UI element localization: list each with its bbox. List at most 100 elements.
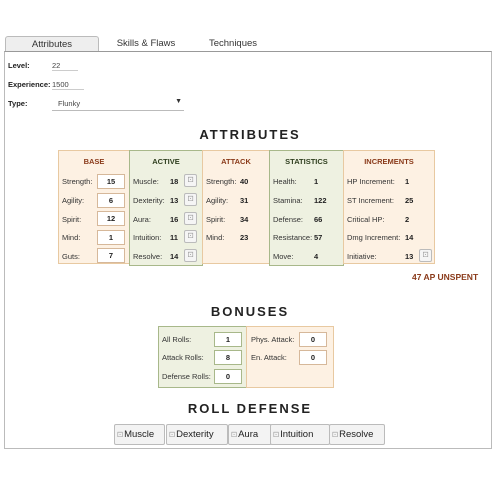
phys-attack-input[interactable]: 0 — [299, 332, 327, 347]
active-value: 14 — [170, 252, 179, 261]
base-label: Agility: — [62, 196, 85, 205]
active-title: ACTIVE — [152, 157, 180, 166]
increments-label: ST Increment: — [347, 196, 394, 205]
active-label: Muscle: — [133, 177, 159, 186]
roll-button-label: Intuition — [280, 429, 314, 440]
dice-icon: ⚀ — [231, 432, 238, 439]
base-box: BASE Strength: 15 Agility: 6 Spirit: 12 … — [58, 150, 130, 264]
base-agility-input[interactable]: 6 — [97, 193, 125, 208]
attack-title: ATTACK — [221, 157, 251, 166]
statistics-label: Defense: — [273, 215, 304, 224]
tab-attributes[interactable]: Attributes — [5, 36, 99, 52]
active-value: 18 — [170, 177, 179, 186]
all-rolls-input[interactable]: 1 — [214, 332, 242, 347]
increments-value: 14 — [405, 233, 414, 242]
increments-label: Initiative: — [347, 252, 377, 261]
dice-icon[interactable]: ⚀ — [184, 193, 197, 206]
type-select[interactable]: Flunky ▼ — [52, 97, 184, 111]
roll-resolve-button[interactable]: ⚀Resolve — [329, 424, 385, 445]
increments-value: 13 — [405, 252, 414, 261]
base-guts-input[interactable]: 7 — [97, 248, 125, 263]
bonus-label: En. Attack: — [251, 353, 287, 362]
dice-icon[interactable]: ⚀ — [184, 230, 197, 243]
tab-skills-flaws[interactable]: Skills & Flaws — [104, 36, 188, 51]
active-value: 16 — [170, 215, 179, 224]
increments-value: 25 — [405, 196, 414, 205]
increments-title: INCREMENTS — [364, 157, 414, 166]
base-label: Mind: — [62, 233, 81, 242]
bonuses-heading: BONUSES — [210, 304, 290, 319]
bonus-label: Attack Rolls: — [162, 353, 204, 362]
active-label: Intuition: — [133, 233, 162, 242]
experience-label: Experience: — [8, 80, 51, 89]
dice-icon: ⚀ — [117, 432, 124, 439]
increments-label: Dmg Increment: — [347, 233, 401, 242]
roll-intuition-button[interactable]: ⚀Intuition — [270, 424, 330, 445]
roll-button-label: Dexterity — [176, 429, 214, 440]
attack-box: ATTACK Strength: 40 Agility: 31 Spirit: … — [202, 150, 270, 264]
base-label: Spirit: — [62, 215, 82, 224]
increments-value: 2 — [405, 215, 410, 224]
dice-icon[interactable]: ⚀ — [419, 249, 432, 262]
statistics-value: 66 — [314, 215, 323, 224]
level-field[interactable]: 22 — [52, 61, 78, 71]
attack-rolls-input[interactable]: 8 — [214, 350, 242, 365]
active-label: Resolve: — [133, 252, 163, 261]
active-box: ACTIVE Muscle: 18 ⚀ Dexterity: 13 ⚀ Aura… — [129, 150, 203, 266]
bonus-label: All Rolls: — [162, 335, 192, 344]
roll-muscle-button[interactable]: ⚀Muscle — [114, 424, 165, 445]
attack-label: Spirit: — [206, 215, 226, 224]
base-strength-input[interactable]: 15 — [97, 174, 125, 189]
active-value: 13 — [170, 196, 179, 205]
dice-icon[interactable]: ⚀ — [184, 212, 197, 225]
active-label: Aura: — [133, 215, 151, 224]
base-spirit-input[interactable]: 12 — [97, 211, 125, 226]
statistics-label: Resistance: — [273, 233, 313, 242]
dice-icon: ⚀ — [273, 432, 280, 439]
attack-label: Agility: — [206, 196, 229, 205]
attributes-heading: ATTRIBUTES — [199, 127, 301, 142]
statistics-box: STATISTICS Health: 1 Stamina: 122 Defens… — [269, 150, 344, 266]
defense-rolls-input[interactable]: 0 — [214, 369, 242, 384]
attack-value: 31 — [240, 196, 249, 205]
attack-value: 23 — [240, 233, 249, 242]
statistics-title: STATISTICS — [285, 157, 328, 166]
chevron-down-icon: ▼ — [175, 98, 182, 105]
attack-label: Mind: — [206, 233, 225, 242]
increments-label: Critical HP: — [347, 215, 385, 224]
tab-techniques[interactable]: Techniques — [198, 36, 268, 51]
attack-value: 34 — [240, 215, 249, 224]
dice-icon: ⚀ — [169, 432, 176, 439]
statistics-value: 4 — [314, 252, 319, 261]
attack-label: Strength: — [206, 177, 237, 186]
roll-dexterity-button[interactable]: ⚀Dexterity — [166, 424, 228, 445]
experience-field[interactable]: 1500 — [52, 80, 84, 90]
base-title: BASE — [83, 157, 105, 166]
statistics-label: Stamina: — [273, 196, 303, 205]
dice-icon[interactable]: ⚀ — [184, 174, 197, 187]
roll-button-label: Muscle — [124, 429, 155, 440]
roll-aura-button[interactable]: ⚀Aura — [228, 424, 272, 445]
active-label: Dexterity: — [133, 196, 165, 205]
dice-icon: ⚀ — [332, 432, 339, 439]
increments-box: INCREMENTS HP Increment: 1 ST Increment:… — [343, 150, 435, 264]
bonuses-right-box: Phys. Attack: 0 En. Attack: 0 — [246, 326, 334, 388]
statistics-value: 57 — [314, 233, 323, 242]
active-value: 11 — [170, 233, 178, 242]
ap-unspent: 47 AP UNSPENT — [412, 272, 479, 282]
base-label: Strength: — [62, 177, 93, 186]
base-label: Guts: — [62, 252, 80, 261]
bonuses-left-box: All Rolls: 1 Attack Rolls: 8 Defense Rol… — [158, 326, 247, 388]
statistics-label: Health: — [273, 177, 297, 186]
attack-value: 40 — [240, 177, 249, 186]
statistics-value: 1 — [314, 177, 319, 186]
statistics-label: Move: — [273, 252, 294, 261]
increments-label: HP Increment: — [347, 177, 395, 186]
base-mind-input[interactable]: 1 — [97, 230, 125, 245]
dice-icon[interactable]: ⚀ — [184, 249, 197, 262]
type-label: Type: — [8, 99, 28, 108]
roll-button-label: Resolve — [339, 429, 374, 440]
roll-button-label: Aura — [238, 429, 259, 440]
level-label: Level: — [8, 61, 30, 70]
en-attack-input[interactable]: 0 — [299, 350, 327, 365]
